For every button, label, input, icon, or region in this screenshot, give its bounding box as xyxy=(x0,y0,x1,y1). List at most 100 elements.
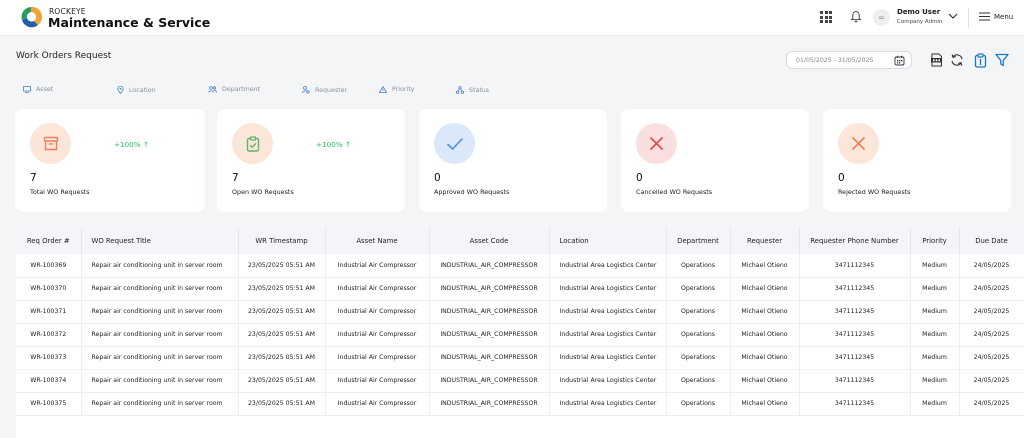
cell-asset-code: INDUSTRIAL_AIR_COMPRESSOR xyxy=(429,323,550,347)
cell-priority: Medium xyxy=(910,346,960,370)
stat-value: 7 xyxy=(30,172,37,184)
calendar-icon[interactable] xyxy=(894,55,905,66)
trend-label: +100% ↑ xyxy=(316,140,351,149)
bell-icon[interactable] xyxy=(850,10,862,23)
user-name[interactable]: Demo User xyxy=(897,8,940,16)
column-header-asset-name[interactable]: Asset Name xyxy=(325,228,430,254)
filter-department[interactable]: Department xyxy=(208,86,260,93)
cell-asset-code: INDUSTRIAL_AIR_COMPRESSOR xyxy=(429,277,550,301)
cell-location: Industrial Area Logistics Center xyxy=(549,392,667,416)
table-header-row: Req Order # WO Request Title WR Timestamp A… xyxy=(16,228,1024,254)
cell-location: Industrial Area Logistics Center xyxy=(549,277,667,301)
cell-asset-code: INDUSTRIAL_AIR_COMPRESSOR xyxy=(429,346,550,370)
filter-location[interactable]: Location xyxy=(117,86,156,94)
cell-priority: Medium xyxy=(910,369,960,393)
stat-value: 7 xyxy=(232,172,239,184)
filter-requester[interactable]: Requester xyxy=(302,86,347,94)
cell-requester: Michael Otieno xyxy=(730,346,800,370)
filter-label: Status xyxy=(469,86,490,94)
clipboard-check-icon xyxy=(232,123,273,164)
cell-requester: Michael Otieno xyxy=(730,277,800,301)
column-header-wr-timestamp[interactable]: WR Timestamp xyxy=(238,228,326,254)
cell-req-order: WR-100373 xyxy=(16,346,82,370)
cell-wr-timestamp: 23/05/2025 05:51 AM xyxy=(238,369,326,393)
open-wo-requests-card[interactable]: +100% ↑ 7 Open WO Requests xyxy=(217,109,405,212)
cell-asset-code: INDUSTRIAL_AIR_COMPRESSOR xyxy=(429,369,550,393)
cell-priority: Medium xyxy=(910,300,960,324)
cell-location: Industrial Area Logistics Center xyxy=(549,323,667,347)
refresh-button[interactable] xyxy=(949,52,965,68)
cancelled-wo-requests-card[interactable]: 0 Cancelled WO Requests xyxy=(621,109,809,212)
trend-label: +100% ↑ xyxy=(114,140,149,149)
cell-location: Industrial Area Logistics Center xyxy=(549,346,667,370)
export-csv-button[interactable] xyxy=(928,52,944,68)
warning-icon xyxy=(379,86,387,93)
table-row[interactable]: WR-100370 Repair air conditioning unit in… xyxy=(16,277,1024,301)
stat-value: 0 xyxy=(434,172,441,184)
cell-priority: Medium xyxy=(910,254,960,278)
stat-label: Total WO Requests xyxy=(30,188,90,196)
table-row[interactable]: WR-100373 Repair air conditioning unit in… xyxy=(16,346,1024,370)
filter-label: Department xyxy=(222,86,261,93)
filter-label: Location xyxy=(129,86,156,94)
cell-wo-request-title: Repair air conditioning unit in server r… xyxy=(81,392,239,416)
column-header-wo-request-title[interactable]: WO Request Title xyxy=(81,228,239,254)
column-header-priority[interactable]: Priority xyxy=(910,228,960,254)
column-header-due-date[interactable]: Due Date xyxy=(959,228,1024,254)
chevron-down-icon[interactable] xyxy=(948,12,958,20)
table-row[interactable]: WR-100371 Repair air conditioning unit in… xyxy=(16,300,1024,324)
filter-priority[interactable]: Priority xyxy=(379,86,414,93)
cell-requester-phone: 3471112345 xyxy=(799,392,911,416)
filter-button[interactable] xyxy=(994,52,1010,68)
cell-due-date: 24/05/2025 xyxy=(959,392,1024,416)
clipboard-icon xyxy=(974,52,986,68)
table-row[interactable]: WR-100369 Repair air conditioning unit in… xyxy=(16,254,1024,278)
cell-department: Operations xyxy=(666,277,731,301)
cell-wr-timestamp: 23/05/2025 05:51 AM xyxy=(238,254,326,278)
stat-label: Open WO Requests xyxy=(232,188,294,196)
menu-label: Menu xyxy=(994,12,1014,21)
column-header-location[interactable]: Location xyxy=(549,228,667,254)
cell-department: Operations xyxy=(666,392,731,416)
cell-due-date: 24/05/2025 xyxy=(959,369,1024,393)
total-wo-requests-card[interactable]: +100% ↑ 7 Total WO Requests xyxy=(15,109,205,212)
filter-label: Asset xyxy=(36,86,54,93)
cell-asset-code: INDUSTRIAL_AIR_COMPRESSOR xyxy=(429,392,550,416)
cell-wr-timestamp: 23/05/2025 05:51 AM xyxy=(238,323,326,347)
x-icon xyxy=(838,123,879,164)
cell-req-order: WR-100371 xyxy=(16,300,82,324)
cell-wr-timestamp: 23/05/2025 05:51 AM xyxy=(238,392,326,416)
hamburger-icon xyxy=(979,12,990,21)
cell-wr-timestamp: 23/05/2025 05:51 AM xyxy=(238,300,326,324)
approved-wo-requests-card[interactable]: 0 Approved WO Requests xyxy=(419,109,607,212)
column-header-requester-phone[interactable]: Requester Phone Number xyxy=(799,228,911,254)
clipboard-button[interactable] xyxy=(972,52,988,68)
stat-label: Cancelled WO Requests xyxy=(636,188,713,196)
date-range-picker[interactable]: 01/05/2025 - 31/05/2025 xyxy=(786,51,912,69)
filter-status[interactable]: Status xyxy=(456,86,489,94)
rejected-wo-requests-card[interactable]: 0 Rejected WO Requests xyxy=(823,109,1011,212)
cell-wo-request-title: Repair air conditioning unit in server r… xyxy=(81,300,239,324)
cell-req-order: WR-100372 xyxy=(16,323,82,347)
column-header-requester[interactable]: Requester xyxy=(730,228,800,254)
filter-asset[interactable]: Asset xyxy=(23,86,53,93)
cell-req-order: WR-100370 xyxy=(16,277,82,301)
table-row[interactable]: WR-100374 Repair air conditioning unit in… xyxy=(16,369,1024,393)
cell-requester: Michael Otieno xyxy=(730,369,800,393)
table-row[interactable]: WR-100372 Repair air conditioning unit in… xyxy=(16,323,1024,347)
menu-button[interactable]: Menu xyxy=(979,12,1013,21)
cell-requester-phone: 3471112345 xyxy=(799,300,911,324)
rockeye-logo-icon[interactable] xyxy=(20,6,42,28)
avatar[interactable] xyxy=(873,9,890,26)
column-header-asset-code[interactable]: Asset Code xyxy=(429,228,550,254)
apps-grid-icon[interactable] xyxy=(820,11,832,23)
top-bar: ROCKEYE Maintenance & Service Demo User … xyxy=(0,0,1024,36)
cell-due-date: 24/05/2025 xyxy=(959,277,1024,301)
column-header-department[interactable]: Department xyxy=(666,228,731,254)
table-row[interactable]: WR-100375 Repair air conditioning unit in… xyxy=(16,392,1024,416)
filter-icon xyxy=(995,53,1009,67)
users-icon xyxy=(208,86,217,93)
csv-file-icon xyxy=(930,53,942,67)
app-title: Maintenance & Service xyxy=(48,15,211,30)
column-header-req-order[interactable]: Req Order # xyxy=(16,228,82,254)
